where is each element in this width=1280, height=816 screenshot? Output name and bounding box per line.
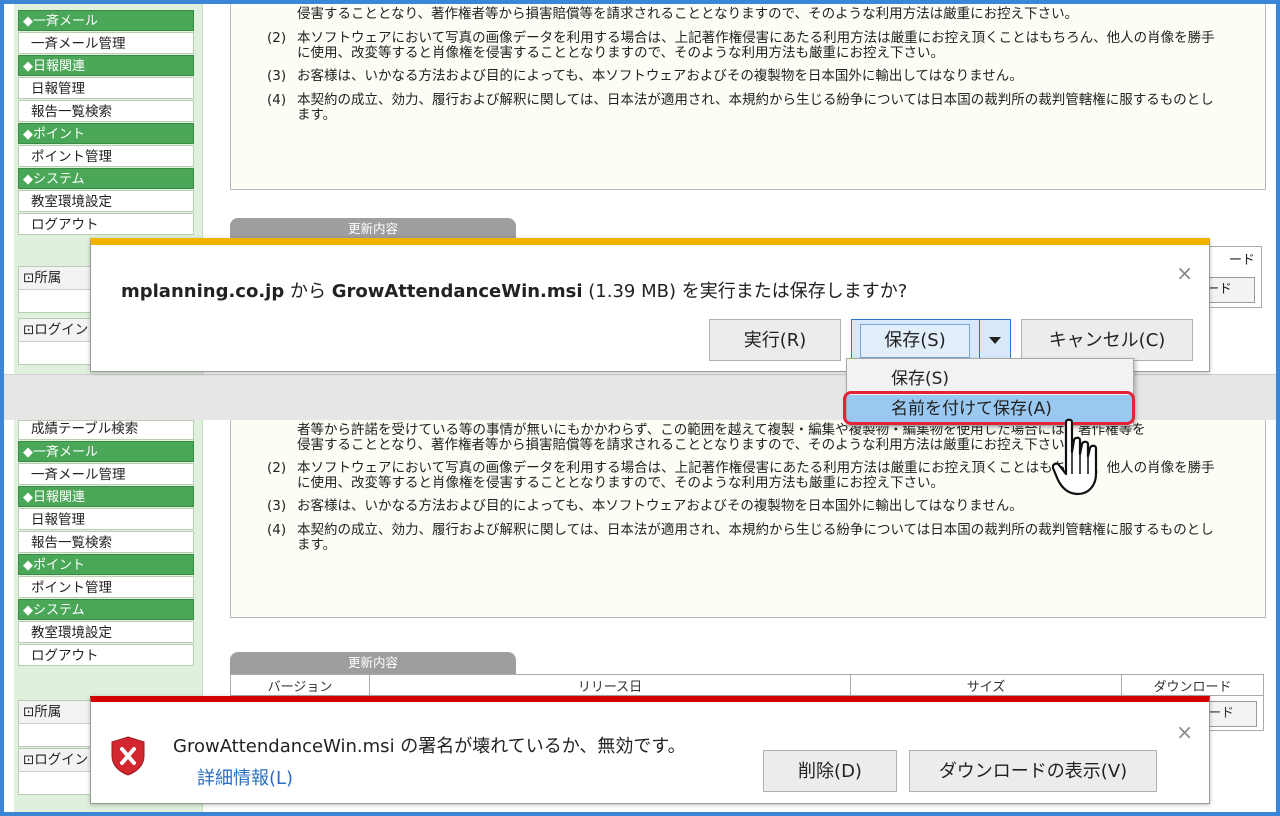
sidebar-category-system: ◆システム <box>18 599 194 620</box>
terms-box-top: 侵害することとなり、著作権者等から損害賠償等を請求されることとなりますので、その… <box>230 4 1266 190</box>
col-version: バージョン <box>230 674 370 696</box>
sidebar-item-report-manage[interactable]: 日報管理 <box>18 508 194 530</box>
details-link[interactable]: 詳細情報(L) <box>197 764 293 790</box>
download-host: mplanning.co.jp <box>121 281 285 302</box>
sidebar-category-system: ◆システム <box>18 168 194 189</box>
download-filename: GrowAttendanceWin.msi <box>331 281 583 302</box>
sidebar-menu: ◆一斉メール 一斉メール管理 ◆日報関連 日報管理 報告一覧検索 ◆ポイント ポ… <box>18 10 194 236</box>
dropdown-arrow-icon <box>989 337 1001 344</box>
download-column-header: ード <box>1228 253 1255 268</box>
download-prompt-message: mplanning.co.jp から GrowAttendanceWin.msi… <box>121 277 907 303</box>
col-release-date: リリース日 <box>369 674 851 696</box>
download-question: を実行または保存しますか? <box>681 281 908 302</box>
download-prompt-bar: mplanning.co.jp から GrowAttendanceWin.msi… <box>90 238 1210 372</box>
updates-tab: 更新内容 <box>230 218 516 240</box>
sidebar-item-settings[interactable]: 教室環境設定 <box>18 621 194 643</box>
sidebar-category-mail: ◆一斉メール <box>18 10 194 31</box>
download-size: (1.39 MB) <box>582 281 682 302</box>
sidebar-menu-bottom: 成績テーブル検索 ◆一斉メール 一斉メール管理 ◆日報関連 日報管理 報告一覧検… <box>18 420 194 667</box>
updates-tab: 更新内容 <box>230 652 516 674</box>
sidebar-item-report-manage[interactable]: 日報管理 <box>18 77 194 99</box>
sidebar-category-point: ◆ポイント <box>18 554 194 575</box>
sidebar-item-point-manage[interactable]: ポイント管理 <box>18 576 194 598</box>
sidebar-category-point: ◆ポイント <box>18 123 194 144</box>
close-icon[interactable]: × <box>1176 722 1193 742</box>
delete-button[interactable]: 削除(D) <box>763 750 897 792</box>
sidebar-item-score-search[interactable]: 成績テーブル検索 <box>18 420 194 440</box>
shield-error-icon <box>111 736 145 776</box>
view-downloads-button[interactable]: ダウンロードの表示(V) <box>909 750 1157 792</box>
save-button[interactable]: 保存(S) <box>860 324 970 358</box>
sidebar-category-mail: ◆一斉メール <box>18 441 194 462</box>
sidebar-item-point-manage[interactable]: ポイント管理 <box>18 145 194 167</box>
col-download: ダウンロード <box>1121 674 1264 696</box>
sidebar-item-logout[interactable]: ログアウト <box>18 644 194 666</box>
sidebar-item-mail-manage[interactable]: 一斉メール管理 <box>18 32 194 54</box>
save-split-button[interactable]: 保存(S) <box>851 319 1011 361</box>
updates-table-header: バージョン リリース日 サイズ ダウンロード <box>230 674 1264 696</box>
signature-error-bar: GrowAttendanceWin.msi の署名が壊れているか、無効です。 詳… <box>90 696 1210 804</box>
sidebar-category-report: ◆日報関連 <box>18 55 194 76</box>
sidebar-item-logout[interactable]: ログアウト <box>18 213 194 235</box>
sidebar-item-settings[interactable]: 教室環境設定 <box>18 190 194 212</box>
close-icon[interactable]: × <box>1176 263 1193 283</box>
terms-box-bottom: 者等から許諾を受けている等の事情が無いにもかかわらず、この範囲を越えて複製・編集… <box>230 420 1266 618</box>
sidebar-category-report: ◆日報関連 <box>18 486 194 507</box>
error-message: GrowAttendanceWin.msi の署名が壊れているか、無効です。 <box>173 736 686 757</box>
save-dropdown-toggle[interactable] <box>979 320 1010 360</box>
sidebar-item-report-search[interactable]: 報告一覧検索 <box>18 100 194 122</box>
run-button[interactable]: 実行(R) <box>709 319 841 361</box>
sidebar-item-mail-manage[interactable]: 一斉メール管理 <box>18 463 194 485</box>
menu-item-save[interactable]: 保存(S) <box>847 365 1133 393</box>
col-size: サイズ <box>850 674 1122 696</box>
cancel-button[interactable]: キャンセル(C) <box>1021 319 1193 361</box>
sidebar-item-report-search[interactable]: 報告一覧検索 <box>18 531 194 553</box>
hand-cursor-icon <box>1052 418 1098 496</box>
download-from-text: から <box>284 281 332 302</box>
